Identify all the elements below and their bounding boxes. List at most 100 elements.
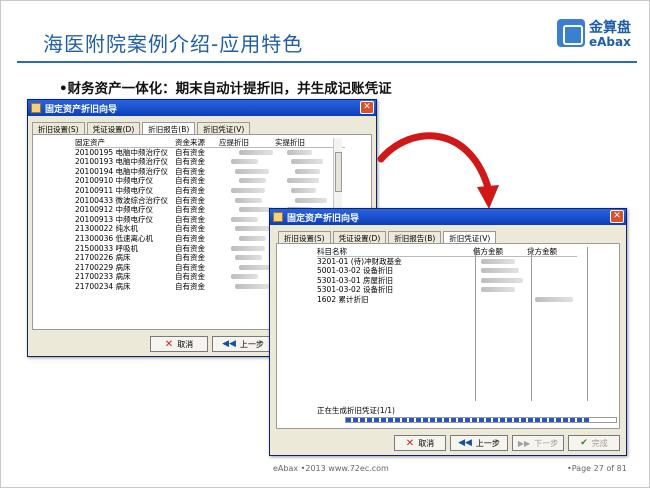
table-header: 科目名称 借方金额 贷方金额 [317, 247, 577, 257]
table-cell: 自有资金 [175, 253, 205, 263]
table-cell: 自有资金 [175, 185, 205, 195]
logo-text-cn: 金算盘 [589, 20, 631, 36]
account-name-cell: 5001-03-02 设备折旧 [317, 266, 393, 276]
app-icon [31, 103, 41, 113]
column-header: 应提折旧 [219, 138, 249, 147]
blurred-amount [275, 167, 331, 177]
table-cell: 20100913 中频电疗仪 [75, 214, 154, 224]
blurred-amount [219, 244, 275, 254]
depreciation-wizard-window-voucher: 固定资产折旧向导 ✕ 折旧设置(S) 凭证设置(D) 折旧报告(B) 折旧凭证(V) … [269, 208, 627, 456]
column-divider [587, 247, 588, 401]
table-cell: 自有资金 [175, 224, 205, 234]
slide: 海医附院案例介绍-应用特色 金算盘 eAbax •财务资产一体化：期末自动计提折… [0, 0, 650, 488]
voucher-entries-table: 科目名称 借方金额 贷方金额 3201-01 (待)冲财政基金 5001-03-02 设… [317, 247, 577, 305]
finish-check-icon: ✔ [580, 438, 588, 448]
table-row[interactable]: 20100911 中频电疗仪 自有资金 [75, 186, 345, 196]
footer-left: eAbax •2013 www.72ec.com [273, 464, 389, 473]
blurred-amount [275, 148, 331, 158]
account-name-cell: 5301-03-01 房屋折旧 [317, 275, 393, 285]
table-row[interactable]: 1602 累计折旧 [317, 295, 577, 305]
debit-amount [469, 285, 523, 295]
cancel-x-icon: ✕ [405, 437, 415, 449]
finish-label: 完成 [591, 438, 608, 448]
table-cell: 自有资金 [175, 195, 205, 205]
blurred-amount [219, 282, 275, 292]
prev-button[interactable]: ◀◀ 上一步 [450, 435, 508, 451]
prev-arrow-icon: ◀◀ [458, 438, 472, 448]
prev-label: 上一步 [475, 438, 500, 448]
next-label: 下一步 [534, 438, 559, 448]
account-name-cell: 3201-01 (待)冲财政基金 [317, 256, 402, 266]
blurred-amount [219, 253, 275, 263]
table-cell: 自有资金 [175, 281, 205, 291]
cancel-button[interactable]: ✕ 取消 [394, 435, 446, 451]
window-titlebar[interactable]: 固定资产折旧向导 ✕ [270, 209, 626, 225]
next-button[interactable]: ▶▶ 下一步 [512, 435, 564, 451]
voucher-panel: 科目名称 借方金额 贷方金额 3201-01 (待)冲财政基金 5001-03-02 设… [276, 243, 620, 429]
table-cell: 21700229 病床 [75, 262, 131, 272]
table-cell: 20100194 电脑中频治疗仪 [75, 166, 169, 176]
blurred-amount [219, 234, 275, 244]
blurred-amount [219, 215, 275, 225]
progress-fill [346, 418, 589, 422]
table-cell: 自有资金 [175, 166, 205, 176]
next-arrow-icon: ▶▶ [517, 438, 531, 448]
table-cell: 自有资金 [175, 243, 205, 253]
scrollbar-thumb[interactable] [335, 152, 342, 192]
blurred-amount [219, 272, 275, 282]
progress-status: 正在生成折旧凭证(1/1) [317, 406, 395, 415]
account-name-cell: 1602 累计折旧 [317, 294, 369, 304]
table-row[interactable]: 20100193 电脑中频治疗仪 自有资金 [75, 157, 345, 167]
logo-mark-icon [557, 19, 585, 47]
column-divider [531, 247, 532, 401]
table-cell: 自有资金 [175, 205, 205, 215]
column-header: 固定资产 [75, 138, 105, 147]
prev-label: 上一步 [239, 339, 264, 349]
column-header: 借方金额 [472, 247, 503, 256]
debit-amount [469, 295, 523, 305]
blurred-amount [219, 157, 275, 167]
table-cell: 21700226 病床 [75, 253, 131, 263]
prev-button[interactable]: ◀◀ 上一步 [212, 336, 274, 352]
flow-arrow-icon [377, 132, 499, 209]
blurred-amount [219, 176, 275, 186]
app-icon [273, 212, 283, 222]
eabax-logo: 金算盘 eAbax [557, 15, 637, 55]
blurred-amount [275, 196, 331, 206]
table-row[interactable]: 20100433 微波综合治疗仪 自有资金 [75, 196, 345, 206]
blurred-amount [219, 148, 275, 158]
blurred-amount [275, 157, 331, 167]
column-header: 实提折旧 [275, 138, 305, 147]
title-divider [17, 61, 637, 63]
table-row[interactable]: 5001-03-02 设备折旧 [317, 266, 577, 276]
progress-bar [345, 417, 617, 423]
table-header: 固定资产 资金来源 应提折旧 实提折旧 [75, 138, 345, 148]
table-cell: 21300022 纯水机 [75, 224, 139, 234]
cancel-button[interactable]: ✕ 取消 [150, 336, 208, 352]
table-cell: 自有资金 [175, 176, 205, 186]
table-row[interactable]: 20100910 中频电疗仪 自有资金 [75, 176, 345, 186]
table-cell: 自有资金 [175, 233, 205, 243]
table-cell: 21500033 呼吸机 [75, 243, 139, 253]
table-row[interactable]: 5301-03-01 房屋折旧 [317, 276, 577, 286]
table-row[interactable]: 20100194 电脑中频治疗仪 自有资金 [75, 167, 345, 177]
cancel-label: 取消 [418, 438, 435, 448]
blurred-amount [219, 263, 275, 273]
debit-amount [469, 266, 523, 276]
table-row[interactable]: 5301-03-02 设备折旧 [317, 285, 577, 295]
blurred-amount [219, 186, 275, 196]
close-icon[interactable]: ✕ [610, 210, 624, 223]
table-cell: 20100910 中频电疗仪 [75, 176, 154, 186]
finish-button[interactable]: ✔ 完成 [568, 435, 620, 451]
table-cell: 自有资金 [175, 272, 205, 282]
table-cell: 21700234 病床 [75, 281, 131, 291]
slide-title: 海医附院案例介绍-应用特色 [43, 32, 304, 56]
cancel-x-icon: ✕ [164, 338, 174, 350]
window-titlebar[interactable]: 固定资产折旧向导 ✕ [28, 100, 376, 116]
bullet-point: •财务资产一体化：期末自动计提折旧，并生成记账凭证 [59, 81, 392, 97]
table-cell: 21300036 低速离心机 [75, 233, 154, 243]
table-row[interactable]: 3201-01 (待)冲财政基金 [317, 257, 577, 267]
close-icon[interactable]: ✕ [360, 101, 374, 114]
page-number: •Page 27 of 81 [567, 464, 627, 473]
table-row[interactable]: 20100195 电脑中频治疗仪 自有资金 [75, 148, 345, 158]
